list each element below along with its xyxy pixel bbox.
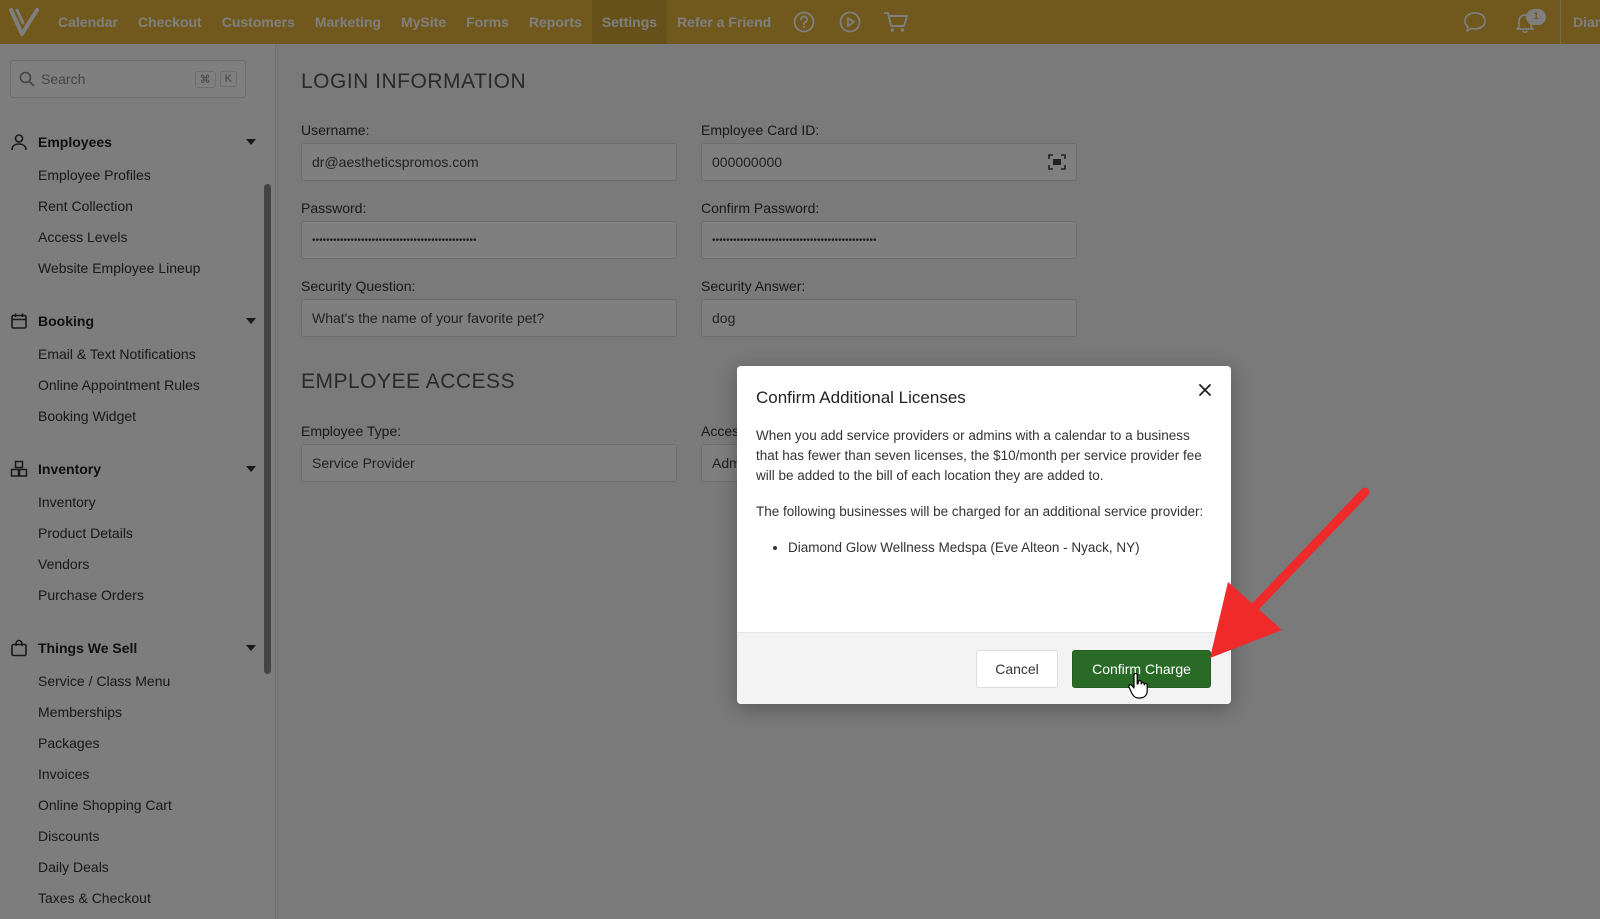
dialog-charge-notice: The following businesses will be charged…	[756, 504, 1204, 519]
dialog-title: Confirm Additional Licenses	[756, 388, 966, 407]
dialog-description: When you add service providers or admins…	[756, 428, 1202, 483]
dialog-footer: Cancel Confirm Charge	[737, 632, 1231, 704]
charged-businesses-list: Diamond Glow Wellness Medspa (Eve Alteon…	[788, 538, 1211, 558]
dialog-body: When you add service providers or admins…	[756, 426, 1211, 558]
confirm-licenses-dialog: Confirm Additional Licenses When you add…	[737, 366, 1231, 704]
hand-cursor-icon	[1128, 673, 1148, 699]
red-annotation-arrow-icon	[1210, 487, 1370, 658]
list-item: Diamond Glow Wellness Medspa (Eve Alteon…	[788, 538, 1211, 558]
close-icon[interactable]	[1195, 380, 1215, 400]
cancel-button[interactable]: Cancel	[976, 650, 1058, 688]
